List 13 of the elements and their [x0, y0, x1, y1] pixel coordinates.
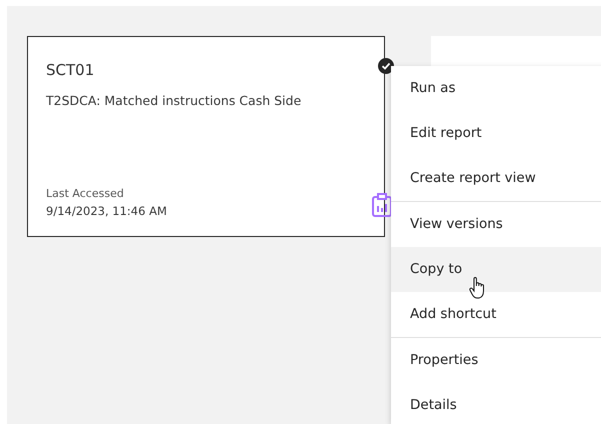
- report-card[interactable]: SCT01 T2SDCA: Matched instructions Cash Side Last Accessed 9/14/2023, 11:46 AM: [27, 36, 385, 237]
- menu-item[interactable]: Run as: [391, 66, 601, 111]
- menu-item[interactable]: View versions: [391, 202, 601, 247]
- menu-item[interactable]: Properties: [391, 338, 601, 383]
- card-title: SCT01: [46, 61, 96, 79]
- menu-item[interactable]: Edit report: [391, 111, 601, 156]
- menu-item[interactable]: Create report view: [391, 156, 601, 201]
- menu-item[interactable]: Add shortcut: [391, 292, 601, 337]
- menu-item[interactable]: Details: [391, 383, 601, 424]
- last-accessed-label: Last Accessed: [46, 187, 125, 200]
- card-description: T2SDCA: Matched instructions Cash Side: [46, 93, 302, 108]
- hand-cursor-icon: [469, 277, 487, 299]
- last-accessed-date: 9/14/2023, 11:46 AM: [46, 204, 168, 218]
